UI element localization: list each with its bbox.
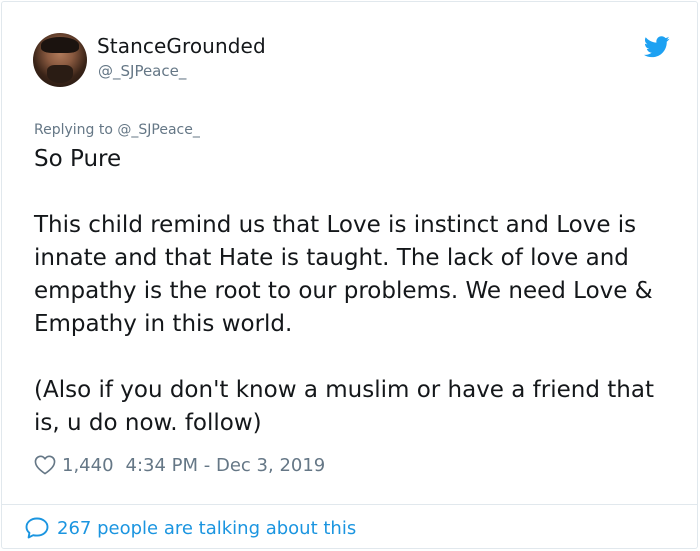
twitter-bird-icon[interactable] — [644, 36, 670, 58]
conversation-link[interactable]: 267 people are talking about this — [25, 515, 356, 541]
replying-to-link[interactable]: Replying to @_SJPeace_ — [34, 122, 200, 138]
tweet-paragraph: So Pure — [34, 146, 122, 172]
tweet-header: StanceGrounded @_SJPeace_ — [2, 2, 697, 112]
tweet-meta: 1,440 4:34 PM - Dec 3, 2019 — [34, 452, 325, 478]
tweet-paragraph: This child remind us that Love is instin… — [34, 212, 653, 337]
conversation-count-label[interactable]: 267 people are talking about this — [57, 518, 356, 539]
avatar[interactable] — [33, 33, 87, 87]
speech-bubble-icon — [25, 517, 49, 539]
heart-outline-icon[interactable] — [34, 455, 56, 475]
tweet-timestamp[interactable]: 4:34 PM - Dec 3, 2019 — [126, 455, 326, 476]
avatar-hair — [41, 37, 79, 53]
tweet-text: So Pure This child remind us that Love i… — [34, 143, 674, 440]
author-display-name[interactable]: StanceGrounded — [97, 34, 266, 58]
avatar-beard — [47, 65, 73, 83]
tweet-paragraph: (Also if you don't know a muslim or have… — [34, 377, 654, 436]
tweet-card: StanceGrounded @_SJPeace_ Replying to @_… — [1, 1, 698, 549]
footer-divider — [2, 504, 697, 505]
like-count[interactable]: 1,440 — [62, 455, 114, 476]
author-handle[interactable]: @_SJPeace_ — [98, 62, 186, 80]
